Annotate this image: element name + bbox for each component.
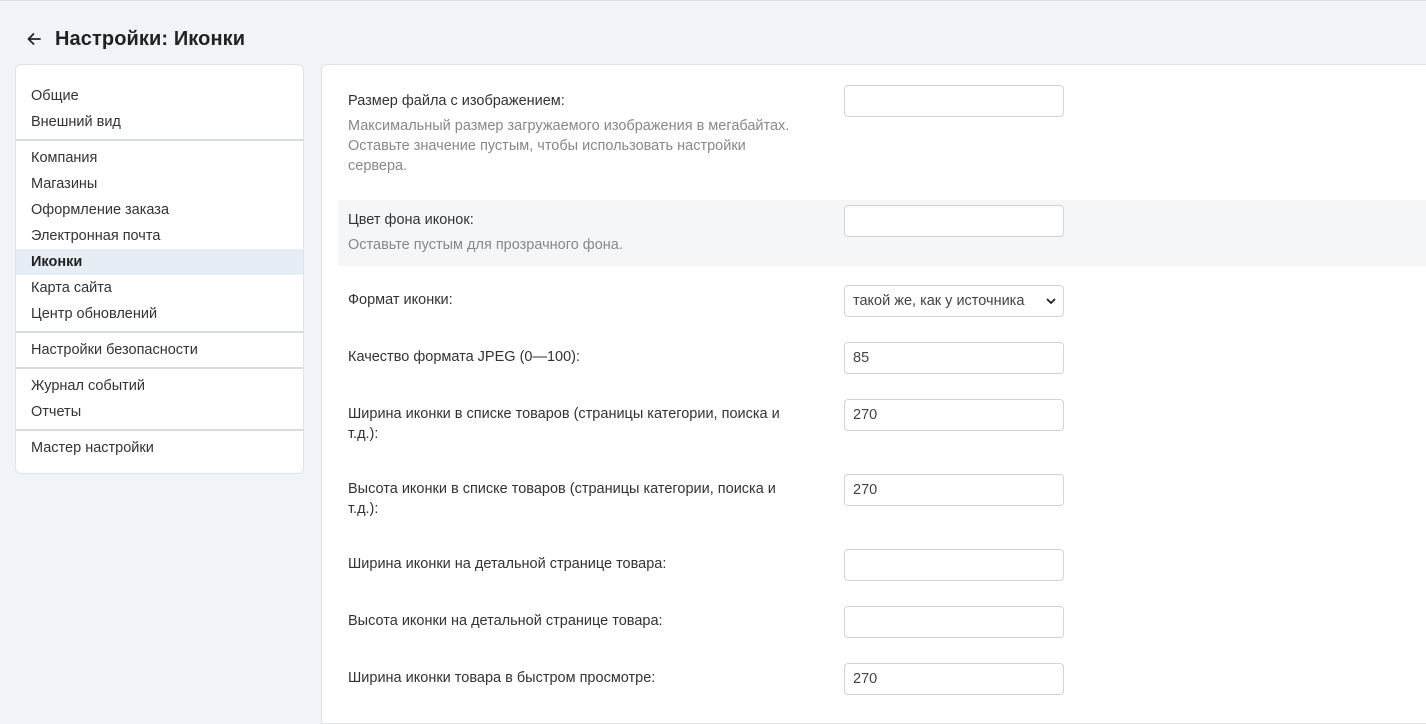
settings-form: Размер файла с изображением: Максимальны… <box>321 64 1426 724</box>
row-file-size: Размер файла с изображением: Максимальны… <box>338 81 1426 199</box>
detail-width-input[interactable] <box>844 549 1064 581</box>
detail-height-input[interactable] <box>844 606 1064 638</box>
quick-width-label: Ширина иконки товара в быстром просмотре… <box>348 670 656 686</box>
nav-group-store: Компания Магазины Оформление заказа Элек… <box>16 141 303 333</box>
window-top-border <box>0 0 1426 3</box>
sidebar-item-reports[interactable]: Отчеты <box>16 399 303 425</box>
row-format: Формат иконки: такой же, как у источника <box>338 280 1426 320</box>
row-list-height: Высота иконки в списке товаров (страницы… <box>338 469 1426 529</box>
file-size-label: Размер файла с изображением: <box>348 93 565 109</box>
nav-group-security: Настройки безопасности <box>16 333 303 369</box>
bg-color-label: Цвет фона иконок: <box>348 212 474 228</box>
row-detail-height: Высота иконки на детальной странице това… <box>338 601 1426 641</box>
sidebar-item-updates[interactable]: Центр обновлений <box>16 301 303 327</box>
sidebar-item-email[interactable]: Электронная почта <box>16 223 303 249</box>
sidebar-item-sitemap[interactable]: Карта сайта <box>16 275 303 301</box>
row-list-width: Ширина иконки в списке товаров (страницы… <box>338 394 1426 454</box>
jpeg-quality-input[interactable] <box>844 342 1064 374</box>
row-detail-width: Ширина иконки на детальной странице това… <box>338 544 1426 584</box>
row-bg-color: Цвет фона иконок: Оставьте пустым для пр… <box>338 200 1426 266</box>
file-size-hint: Максимальный размер загружаемого изображ… <box>348 118 790 174</box>
nav-group-logs: Журнал событий Отчеты <box>16 369 303 431</box>
quick-width-input[interactable] <box>844 663 1064 695</box>
row-quick-width: Ширина иконки товара в быстром просмотре… <box>338 658 1426 698</box>
row-jpeg-quality: Качество формата JPEG (0—100): <box>338 337 1426 377</box>
bg-color-hint: Оставьте пустым для прозрачного фона. <box>348 237 623 253</box>
detail-height-label: Высота иконки на детальной странице това… <box>348 613 663 629</box>
sidebar-item-general[interactable]: Общие <box>16 83 303 109</box>
chevron-down-icon <box>1045 295 1057 307</box>
list-height-input[interactable] <box>844 474 1064 506</box>
arrow-left-icon[interactable] <box>24 29 44 49</box>
sidebar-item-checkout[interactable]: Оформление заказа <box>16 197 303 223</box>
sidebar-item-icons[interactable]: Иконки <box>16 249 303 275</box>
list-width-input[interactable] <box>844 399 1064 431</box>
nav-group-general: Общие Внешний вид <box>16 83 303 141</box>
sidebar-item-security[interactable]: Настройки безопасности <box>16 337 303 363</box>
detail-width-label: Ширина иконки на детальной странице това… <box>348 556 667 572</box>
sidebar-item-appearance[interactable]: Внешний вид <box>16 109 303 135</box>
jpeg-quality-label: Качество формата JPEG (0—100): <box>348 349 581 365</box>
format-select-value: такой же, как у источника <box>853 293 1025 309</box>
sidebar-item-event-log[interactable]: Журнал событий <box>16 373 303 399</box>
settings-sidebar: Общие Внешний вид Компания Магазины Офор… <box>15 64 304 474</box>
file-size-input[interactable] <box>844 85 1064 117</box>
nav-group-wizard: Мастер настройки <box>16 431 303 465</box>
page-header: Настройки: Иконки <box>24 26 245 52</box>
bg-color-input[interactable] <box>844 205 1064 237</box>
sidebar-item-stores[interactable]: Магазины <box>16 171 303 197</box>
list-height-label: Высота иконки в списке товаров (страницы… <box>348 481 776 517</box>
sidebar-item-setup-wizard[interactable]: Мастер настройки <box>16 435 303 461</box>
page-title: Настройки: Иконки <box>55 27 246 50</box>
format-select[interactable]: такой же, как у источника <box>844 285 1064 317</box>
list-width-label: Ширина иконки в списке товаров (страницы… <box>348 406 780 442</box>
sidebar-item-company[interactable]: Компания <box>16 145 303 171</box>
format-label: Формат иконки: <box>348 292 453 308</box>
